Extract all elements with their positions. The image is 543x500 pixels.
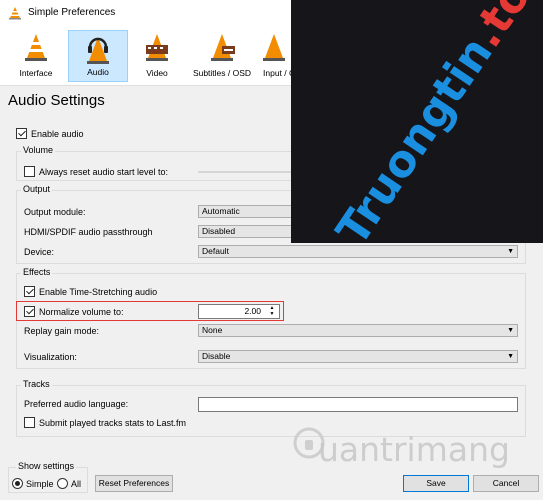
tab-label: Interface (19, 68, 53, 78)
watermark-text-secondary: uantrimang (318, 430, 510, 469)
vlc-cone-icon (25, 34, 47, 61)
normalize-volume-spinbox[interactable]: 2.00 ▲ ▼ (198, 304, 280, 319)
tab-label: Input / C (263, 68, 291, 78)
input-cone-icon (263, 34, 285, 61)
simple-radio-label: Simple (26, 479, 54, 489)
reset-volume-checkbox[interactable] (24, 166, 35, 177)
tab-audio[interactable]: Audio (68, 30, 128, 82)
chevron-down-icon: ▼ (507, 248, 514, 255)
film-cone-icon (146, 34, 168, 61)
normalize-volume-checkbox[interactable] (24, 306, 35, 317)
window-title: Simple Preferences (28, 7, 116, 18)
all-radio[interactable] (57, 478, 68, 489)
volume-slider[interactable] (198, 171, 293, 173)
spin-down-icon[interactable]: ▼ (266, 311, 278, 317)
visualization-select[interactable]: Disable ▼ (198, 350, 518, 363)
tracks-group-title: Tracks (21, 379, 52, 389)
enable-audio-checkbox[interactable] (16, 128, 27, 139)
hdmi-passthrough-label: HDMI/SPDIF audio passthrough (24, 227, 153, 237)
page-title: Audio Settings (8, 92, 105, 109)
device-label: Device: (24, 247, 55, 257)
vlc-cone-icon (9, 7, 21, 20)
time-stretching-checkbox[interactable] (24, 286, 35, 297)
tab-interface[interactable]: Interface (10, 30, 62, 82)
chevron-down-icon: ▼ (507, 327, 514, 334)
all-radio-label: All (71, 479, 82, 489)
tab-label: Audio (87, 67, 109, 77)
replay-gain-select[interactable]: None ▼ (198, 324, 518, 337)
tab-video[interactable]: Video (132, 30, 182, 82)
effects-group-title: Effects (21, 267, 53, 277)
visualization-label: Visualization: (24, 352, 77, 362)
headphones-cone-icon (87, 37, 109, 64)
preferred-language-label: Preferred audio language: (24, 399, 129, 409)
hdmi-passthrough-select[interactable]: Disabled (198, 225, 298, 238)
preferred-language-input[interactable] (198, 397, 518, 412)
lastfm-checkbox[interactable] (24, 417, 35, 428)
normalize-volume-label: Normalize volume to: (39, 307, 124, 317)
watermark-overlay: Truongtin.top (291, 0, 543, 243)
enable-audio-label: Enable audio (31, 129, 84, 139)
output-module-select[interactable]: Automatic (198, 205, 298, 218)
tab-label: Subtitles / OSD (192, 68, 252, 78)
lastfm-label: Submit played tracks stats to Last.fm (39, 418, 187, 428)
reset-volume-label: Always reset audio start level to: (39, 167, 169, 177)
watermark-text: Truongtin.top (327, 0, 543, 243)
replay-gain-label: Replay gain mode: (24, 326, 100, 336)
show-settings-title: Show settings (16, 461, 77, 471)
subtitles-cone-icon (211, 34, 235, 61)
cancel-button[interactable]: Cancel (473, 475, 539, 492)
tab-subtitles-osd[interactable]: Subtitles / OSD (188, 30, 256, 82)
time-stretching-label: Enable Time-Stretching audio (39, 287, 158, 297)
save-button[interactable]: Save (403, 475, 469, 492)
chevron-down-icon: ▼ (507, 353, 514, 360)
output-group-title: Output (21, 184, 53, 194)
device-select[interactable]: Default ▼ (198, 245, 518, 258)
volume-group-title: Volume (21, 145, 56, 155)
output-module-label: Output module: (24, 207, 86, 217)
tab-label: Video (146, 68, 168, 78)
simple-radio[interactable] (12, 478, 23, 489)
reset-preferences-button[interactable]: Reset Preferences (95, 475, 173, 492)
tab-input-codecs[interactable]: Input / C (260, 30, 291, 82)
